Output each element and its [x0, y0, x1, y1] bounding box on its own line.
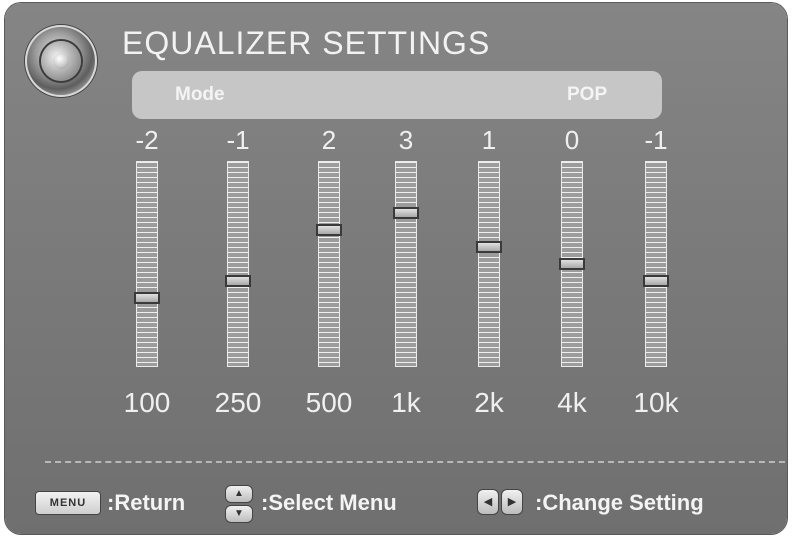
band-value: -1	[226, 125, 250, 155]
band-frequency: 2k	[474, 387, 504, 418]
band-slider-track[interactable]	[318, 161, 340, 367]
band-frequency: 1k	[391, 387, 421, 418]
mode-label: Mode	[175, 84, 225, 105]
band-frequency: 4k	[557, 387, 587, 418]
band-slider-track[interactable]	[645, 161, 667, 367]
return-hint: :Return	[107, 490, 186, 515]
change-setting-hint: :Change Setting	[535, 490, 704, 515]
band-slider-track[interactable]	[136, 161, 158, 367]
page-title: EQUALIZER SETTINGS	[122, 25, 491, 61]
equalizer-screen: EQUALIZER SETTINGS Mode POP -2 100 -1 25…	[5, 3, 787, 534]
band-frequency: 10k	[633, 387, 679, 418]
band-frequency: 250	[214, 387, 262, 418]
footer-help: MENU :Return ▲ ▼ :Select Menu ◀ ▶ :Chang…	[5, 473, 787, 533]
band-slider-track[interactable]	[478, 161, 500, 367]
band-value: -1	[644, 125, 668, 155]
speaker-icon	[25, 25, 97, 97]
band-value: 1	[481, 125, 497, 155]
band-slider-knob[interactable]	[225, 275, 251, 288]
band-slider-knob[interactable]	[559, 258, 585, 270]
band-slider-knob[interactable]	[643, 275, 669, 288]
band-slider-knob[interactable]	[476, 240, 502, 253]
band-value: -2	[135, 125, 159, 155]
band-value: 0	[564, 125, 580, 155]
band-slider-knob[interactable]	[316, 223, 342, 236]
menu-key-icon[interactable]: MENU	[35, 491, 101, 515]
select-menu-hint: :Select Menu	[261, 490, 397, 515]
band-slider-track[interactable]	[227, 161, 249, 367]
left-right-arrow-keys-icon: ◀ ▶	[477, 489, 527, 515]
up-down-arrow-keys-icon: ▲ ▼	[225, 485, 255, 525]
divider	[45, 461, 785, 463]
band-slider-knob[interactable]	[393, 206, 419, 219]
band-value: 2	[321, 125, 337, 155]
band-frequency: 100	[123, 387, 171, 418]
mode-selector[interactable]: Mode POP	[132, 71, 662, 119]
band-slider-knob[interactable]	[134, 292, 160, 305]
band-slider-track[interactable]	[395, 161, 417, 367]
band-value: 3	[398, 125, 414, 155]
band-frequency: 500	[305, 387, 353, 418]
mode-value: POP	[567, 84, 608, 105]
